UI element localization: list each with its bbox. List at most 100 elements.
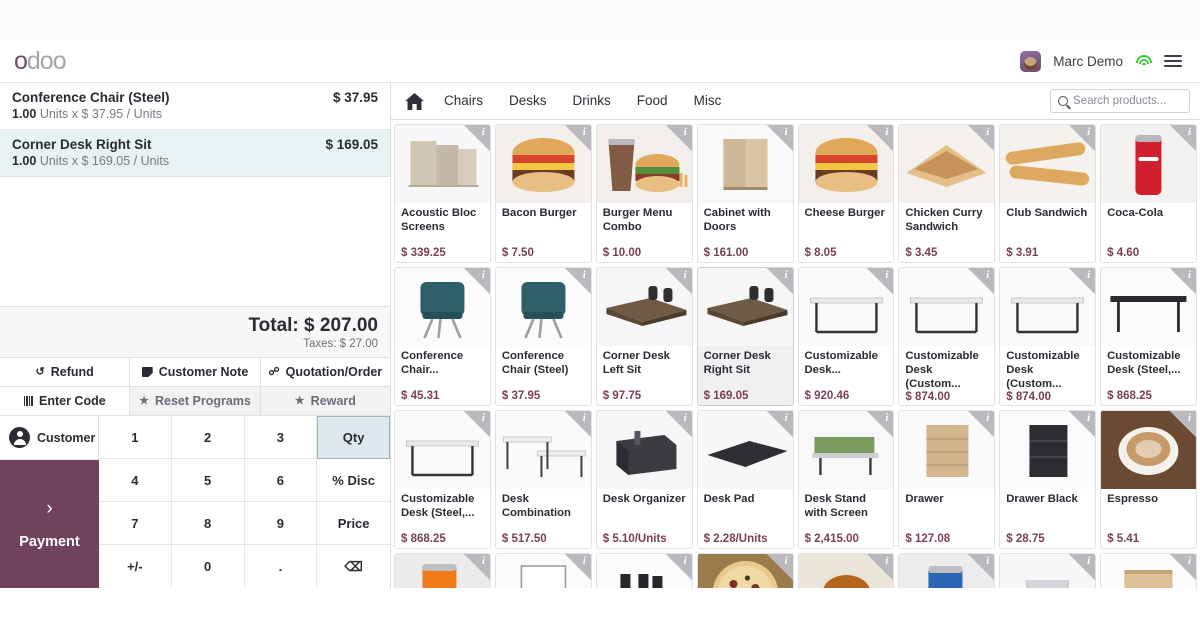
- product-card[interactable]: i Desk Stand with Screen $ 2,415.00: [797, 410, 895, 549]
- product-card[interactable]: i: [1100, 553, 1197, 588]
- product-card[interactable]: i: [696, 553, 794, 588]
- numpad-key-6[interactable]: 6: [244, 459, 318, 502]
- product-info-icon[interactable]: i: [1170, 554, 1196, 580]
- numpad-key-8[interactable]: 8: [171, 502, 245, 545]
- product-info-icon[interactable]: i: [463, 268, 490, 294]
- product-card[interactable]: i Cabinet with Doors $ 161.00: [696, 124, 794, 263]
- product-card[interactable]: i Corner Desk Right Sit $ 169.05: [696, 267, 794, 406]
- product-card[interactable]: i Espresso $ 5.41: [1100, 410, 1197, 549]
- product-info-icon[interactable]: i: [1069, 411, 1096, 437]
- numpad-key-1[interactable]: 1: [99, 416, 172, 459]
- numpad-key-9[interactable]: 9: [244, 502, 318, 545]
- product-card[interactable]: i Customizable Desk... $ 920.46: [797, 267, 895, 406]
- product-info-icon[interactable]: i: [1170, 125, 1196, 151]
- product-card[interactable]: i Acoustic Bloc Screens $ 339.25: [394, 124, 491, 263]
- category-food[interactable]: Food: [624, 83, 681, 119]
- product-info-icon[interactable]: i: [665, 411, 692, 437]
- product-info-icon[interactable]: i: [867, 125, 894, 151]
- product-card[interactable]: i Conference Chair... $ 45.31: [394, 267, 491, 406]
- numpad-key-[interactable]: ⌫: [317, 545, 390, 588]
- hamburger-menu-icon[interactable]: [1164, 55, 1182, 67]
- product-info-icon[interactable]: i: [463, 125, 490, 151]
- product-card[interactable]: i Drawer $ 127.08: [898, 410, 996, 549]
- product-info-icon[interactable]: i: [564, 268, 591, 294]
- product-card[interactable]: i: [494, 553, 592, 588]
- product-card[interactable]: i Chicken Curry Sandwich $ 3.45: [898, 124, 996, 263]
- quotation-order-button[interactable]: ☍ Quotation/Order: [260, 358, 390, 386]
- product-info-icon[interactable]: i: [463, 411, 490, 437]
- product-card[interactable]: i Coca-Cola $ 4.60: [1100, 124, 1197, 263]
- enter-code-button[interactable]: Enter Code: [0, 387, 131, 415]
- product-info-icon[interactable]: i: [968, 268, 995, 294]
- search-input[interactable]: [1073, 95, 1182, 107]
- product-info-icon[interactable]: i: [463, 554, 490, 580]
- product-card[interactable]: i: [595, 553, 693, 588]
- product-card[interactable]: i Desk Organizer $ 5.10/Units: [595, 410, 693, 549]
- numpad-key-0[interactable]: 0: [171, 545, 245, 588]
- order-line-selected[interactable]: Corner Desk Right Sit $ 169.05 1.00 Unit…: [0, 130, 390, 177]
- product-info-icon[interactable]: i: [766, 268, 793, 294]
- customer-note-button[interactable]: Customer Note: [130, 358, 261, 386]
- product-card[interactable]: i Burger Menu Combo $ 10.00: [595, 124, 693, 263]
- product-info-icon[interactable]: i: [867, 268, 894, 294]
- refund-button[interactable]: ↺ Refund: [0, 358, 131, 386]
- category-drinks[interactable]: Drinks: [560, 83, 624, 119]
- category-chairs[interactable]: Chairs: [431, 83, 496, 119]
- numpad-key-2[interactable]: 2: [171, 416, 245, 459]
- avatar[interactable]: [1020, 50, 1042, 72]
- product-info-icon[interactable]: i: [766, 554, 793, 580]
- product-card[interactable]: i Customizable Desk (Custom... $ 874.00: [898, 267, 996, 406]
- product-card[interactable]: i Desk Pad $ 2.28/Units: [696, 410, 794, 549]
- product-info-icon[interactable]: i: [1170, 411, 1196, 437]
- reset-programs-button[interactable]: ★ Reset Programs: [130, 387, 261, 415]
- product-card[interactable]: i: [898, 553, 996, 588]
- product-info-icon[interactable]: i: [564, 411, 591, 437]
- numpad-key-7[interactable]: 7: [99, 502, 172, 545]
- product-card[interactable]: i Customizable Desk (Steel,... $ 868.25: [1100, 267, 1197, 406]
- numpad-key-4[interactable]: 4: [99, 459, 172, 502]
- product-info-icon[interactable]: i: [564, 554, 591, 580]
- product-info-icon[interactable]: i: [564, 125, 591, 151]
- product-info-icon[interactable]: i: [665, 268, 692, 294]
- product-info-icon[interactable]: i: [1069, 268, 1096, 294]
- payment-button[interactable]: › Payment: [0, 460, 99, 588]
- product-info-icon[interactable]: i: [867, 411, 894, 437]
- product-card[interactable]: i: [797, 553, 895, 588]
- home-icon[interactable]: [397, 92, 431, 110]
- product-info-icon[interactable]: i: [665, 554, 692, 580]
- product-card[interactable]: i Drawer Black $ 28.75: [999, 410, 1097, 549]
- product-info-icon[interactable]: i: [968, 125, 995, 151]
- customer-button[interactable]: Customer: [0, 416, 99, 460]
- username-label[interactable]: Marc Demo: [1053, 54, 1123, 69]
- search-box[interactable]: [1050, 89, 1190, 113]
- order-line[interactable]: Conference Chair (Steel) $ 37.95 1.00 Un…: [0, 83, 390, 130]
- product-card[interactable]: i Conference Chair (Steel) $ 37.95: [494, 267, 592, 406]
- product-card[interactable]: i: [999, 553, 1097, 588]
- numpad-key-5[interactable]: 5: [171, 459, 245, 502]
- product-info-icon[interactable]: i: [1069, 554, 1096, 580]
- category-desks[interactable]: Desks: [496, 83, 560, 119]
- product-info-icon[interactable]: i: [1170, 268, 1196, 294]
- numpad-key-[interactable]: .: [244, 545, 318, 588]
- product-card[interactable]: i Bacon Burger $ 7.50: [494, 124, 592, 263]
- product-info-icon[interactable]: i: [968, 411, 995, 437]
- reward-button[interactable]: ★ Reward: [260, 387, 390, 415]
- product-info-icon[interactable]: i: [766, 125, 793, 151]
- product-card[interactable]: i Club Sandwich $ 3.91: [999, 124, 1097, 263]
- product-info-icon[interactable]: i: [1069, 125, 1096, 151]
- numpad-key-qty[interactable]: Qty: [317, 416, 390, 459]
- numpad-key-price[interactable]: Price: [317, 502, 390, 545]
- product-info-icon[interactable]: i: [867, 554, 894, 580]
- wifi-icon[interactable]: [1135, 54, 1152, 68]
- category-misc[interactable]: Misc: [681, 83, 735, 119]
- odoo-logo[interactable]: o doo: [14, 48, 67, 74]
- product-info-icon[interactable]: i: [766, 411, 793, 437]
- product-info-icon[interactable]: i: [665, 125, 692, 151]
- numpad-key-[interactable]: +/-: [99, 545, 172, 588]
- product-card[interactable]: i: [394, 553, 491, 588]
- product-card[interactable]: i Corner Desk Left Sit $ 97.75: [595, 267, 693, 406]
- product-card[interactable]: i Cheese Burger $ 8.05: [797, 124, 895, 263]
- product-info-icon[interactable]: i: [968, 554, 995, 580]
- product-card[interactable]: i Customizable Desk (Steel,... $ 868.25: [394, 410, 491, 549]
- product-card[interactable]: i Customizable Desk (Custom... $ 874.00: [999, 267, 1097, 406]
